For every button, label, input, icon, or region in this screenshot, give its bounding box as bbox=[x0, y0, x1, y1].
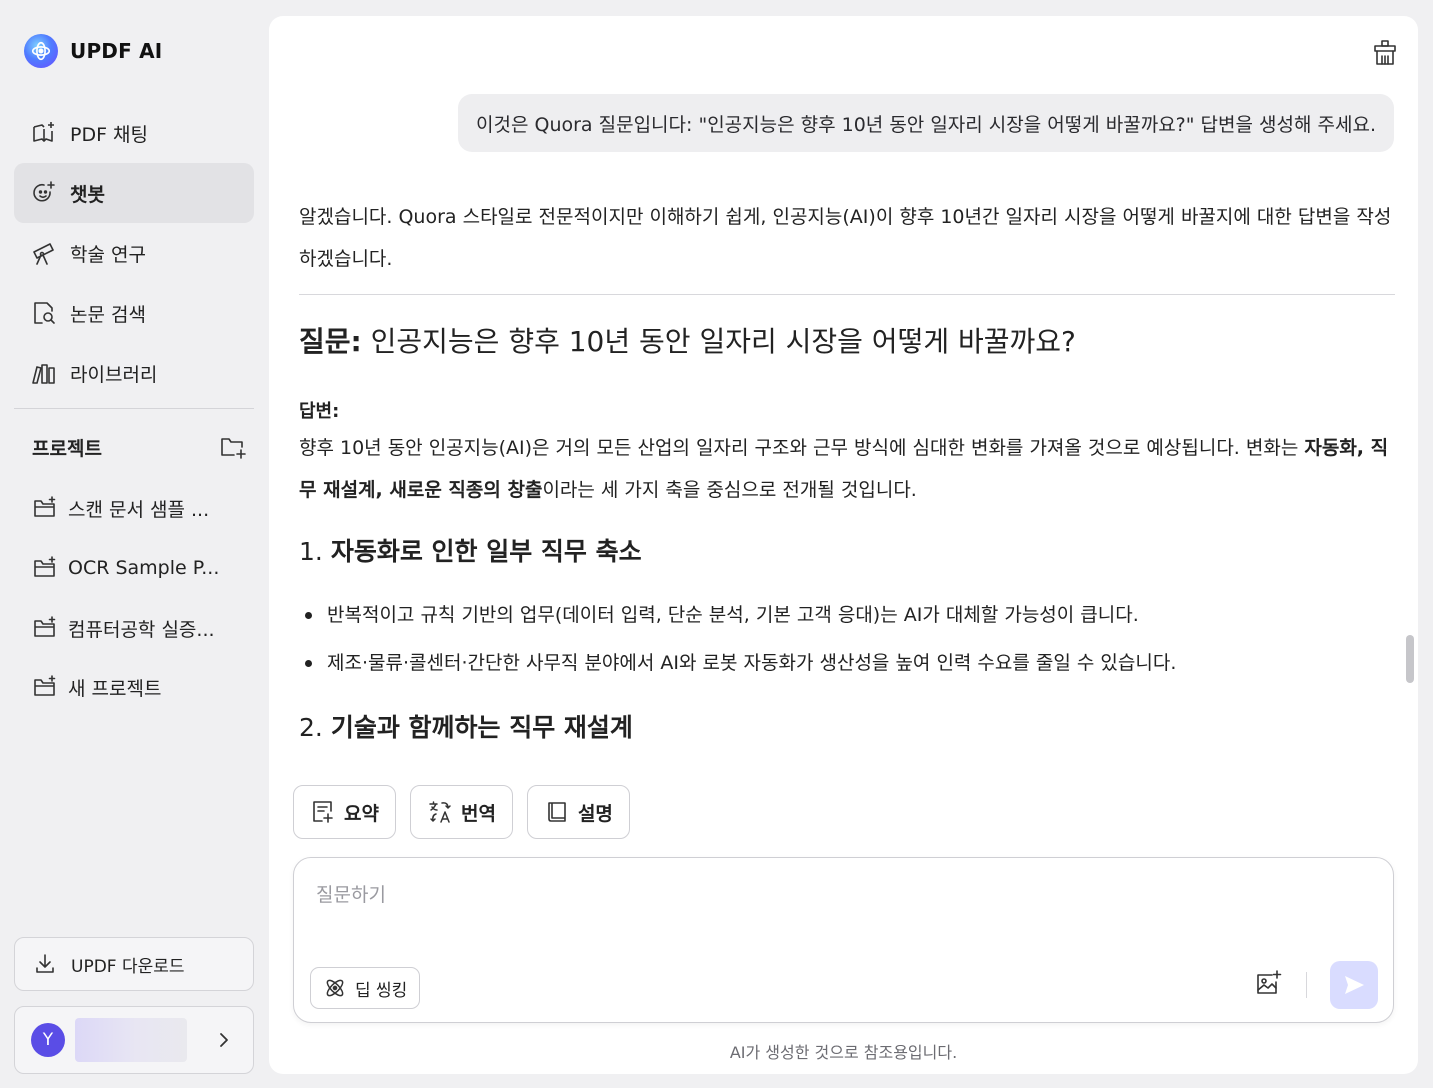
folder-icon bbox=[34, 496, 56, 517]
new-folder-icon[interactable] bbox=[218, 432, 248, 462]
explain-book-icon bbox=[548, 802, 566, 822]
projects-title: 프로젝트 bbox=[32, 438, 102, 460]
project-label: 컴퓨터공학 실증... bbox=[68, 618, 215, 641]
explain-label: 설명 bbox=[577, 802, 613, 825]
folder-icon bbox=[34, 556, 56, 577]
document-search-icon bbox=[34, 302, 55, 324]
user-account-card[interactable]: Y bbox=[14, 1006, 254, 1074]
question-text: 인공지능은 향후 10년 동안 일자리 시장을 어떻게 바꿀까요? bbox=[361, 325, 1076, 358]
list-item: 반복적이고 규칙 기반의 업무(데이터 입력, 단순 분석, 기본 고객 응대)… bbox=[299, 591, 1395, 639]
image-upload-icon[interactable] bbox=[1252, 968, 1284, 1000]
download-button[interactable]: UPDF 다운로드 bbox=[14, 937, 254, 991]
answer-text: 향후 10년 동안 인공지능(AI)은 거의 모든 산업의 일자리 구조와 근무… bbox=[299, 437, 1305, 459]
section-title: 자동화로 인한 일부 직무 축소 bbox=[330, 537, 642, 566]
chat-composer: 딥 씽킹 bbox=[293, 857, 1394, 1023]
project-label: 스캔 문서 샘플 ... bbox=[68, 498, 210, 521]
nav-label: PDF 채팅 bbox=[70, 123, 149, 146]
deep-thinking-label: 딥 씽킹 bbox=[355, 980, 408, 1001]
bullet-list: 반복적이고 규칙 기반의 업무(데이터 입력, 단순 분석, 기본 고객 응대)… bbox=[299, 591, 1395, 687]
nav-item-library[interactable]: 라이브러리 bbox=[14, 343, 254, 403]
atom-icon bbox=[326, 979, 344, 997]
user-message-bubble: 이것은 Quora 질문입니다: "인공지능은 향후 10년 동안 일자리 시장… bbox=[458, 94, 1394, 152]
explain-button[interactable]: 설명 bbox=[526, 785, 630, 839]
deep-thinking-toggle[interactable]: 딥 씽킹 bbox=[310, 967, 421, 1009]
summarize-icon bbox=[313, 801, 333, 823]
project-label: OCR Sample P... bbox=[68, 557, 220, 579]
quick-actions: 요약 번역 설명 bbox=[293, 785, 630, 839]
folder-icon bbox=[34, 616, 56, 637]
translate-icon bbox=[429, 801, 451, 823]
user-name-redacted bbox=[75, 1018, 187, 1062]
library-books-icon bbox=[32, 364, 55, 384]
project-label: 새 프로젝트 bbox=[68, 677, 162, 700]
section-title: 기술과 함께하는 직무 재설계 bbox=[330, 713, 633, 742]
avatar: Y bbox=[31, 1023, 65, 1057]
ai-disclaimer: AI가 생성한 것으로 참조용입니다. bbox=[729, 1043, 958, 1062]
project-item[interactable]: OCR Sample P... bbox=[18, 540, 254, 596]
composer-separator bbox=[1306, 972, 1307, 998]
project-item[interactable]: 컴퓨터공학 실증... bbox=[18, 600, 254, 656]
sidebar-divider bbox=[14, 408, 254, 409]
clear-chat-icon[interactable] bbox=[1370, 38, 1400, 68]
nav-label: 챗봇 bbox=[70, 183, 105, 206]
telescope-icon bbox=[33, 243, 54, 265]
section-number: 1. bbox=[299, 537, 331, 566]
list-item: 제조·물류·콜센터·간단한 사무직 분야에서 AI와 로봇 자동화가 생산성을 … bbox=[299, 639, 1395, 687]
section-number: 2. bbox=[299, 713, 331, 742]
nav-label: 라이브러리 bbox=[70, 363, 158, 386]
nav-item-paper-search[interactable]: 논문 검색 bbox=[14, 283, 254, 343]
summarize-button[interactable]: 요약 bbox=[293, 785, 396, 839]
send-button[interactable] bbox=[1330, 961, 1378, 1009]
brand-name: UPDF AI bbox=[70, 39, 163, 63]
download-label: UPDF 다운로드 bbox=[71, 956, 185, 977]
project-item[interactable]: 새 프로젝트 bbox=[18, 659, 254, 715]
chevron-right-icon bbox=[220, 1033, 228, 1047]
question-heading: 질문: 인공지능은 향후 10년 동안 일자리 시장을 어떻게 바꿀까요? bbox=[299, 325, 1395, 359]
translate-button[interactable]: 번역 bbox=[409, 785, 513, 839]
assistant-response: 알겠습니다. Quora 스타일로 전문적이지만 이해하기 쉽게, 인공지능(A… bbox=[299, 196, 1395, 745]
translate-label: 번역 bbox=[460, 802, 496, 825]
folder-icon bbox=[34, 675, 56, 696]
brand[interactable]: UPDF AI bbox=[24, 34, 162, 68]
book-sparkle-icon bbox=[33, 122, 54, 142]
answer-label: 답변: bbox=[299, 401, 340, 422]
nav-item-research[interactable]: 학술 연구 bbox=[14, 223, 254, 283]
question-input[interactable] bbox=[316, 884, 1366, 906]
send-icon bbox=[1345, 976, 1364, 994]
response-intro: 알겠습니다. Quora 스타일로 전문적이지만 이해하기 쉽게, 인공지능(A… bbox=[299, 206, 1392, 270]
sidebar: UPDF AI PDF 채팅 챗봇 학술 연구 논문 검색 라이브러리 프로젝트… bbox=[0, 0, 268, 1088]
summarize-label: 요약 bbox=[344, 802, 379, 825]
chat-panel: 이것은 Quora 질문입니다: "인공지능은 향후 10년 동안 일자리 시장… bbox=[269, 16, 1418, 1074]
download-icon bbox=[36, 954, 54, 973]
answer-paragraph: 향후 10년 동안 인공지능(AI)은 거의 모든 산업의 일자리 구조와 근무… bbox=[299, 427, 1395, 511]
nav-item-chatbot[interactable]: 챗봇 bbox=[14, 163, 254, 223]
updf-ai-logo-icon bbox=[24, 34, 58, 68]
question-label: 질문: bbox=[299, 325, 362, 358]
nav-label: 학술 연구 bbox=[70, 243, 146, 266]
section-heading: 2. 기술과 함께하는 직무 재설계 bbox=[299, 711, 1395, 745]
answer-text: 이라는 세 가지 축을 중심으로 전개될 것입니다. bbox=[542, 479, 917, 501]
nav-label: 논문 검색 bbox=[70, 303, 146, 326]
scrollbar-thumb[interactable] bbox=[1406, 635, 1414, 683]
section-heading: 1. 자동화로 인한 일부 직무 축소 bbox=[299, 535, 1395, 569]
chatbot-smile-icon bbox=[33, 181, 55, 202]
response-divider bbox=[299, 294, 1395, 295]
nav-item-pdf-chat[interactable]: PDF 채팅 bbox=[14, 103, 254, 163]
project-item[interactable]: 스캔 문서 샘플 ... bbox=[18, 480, 254, 536]
